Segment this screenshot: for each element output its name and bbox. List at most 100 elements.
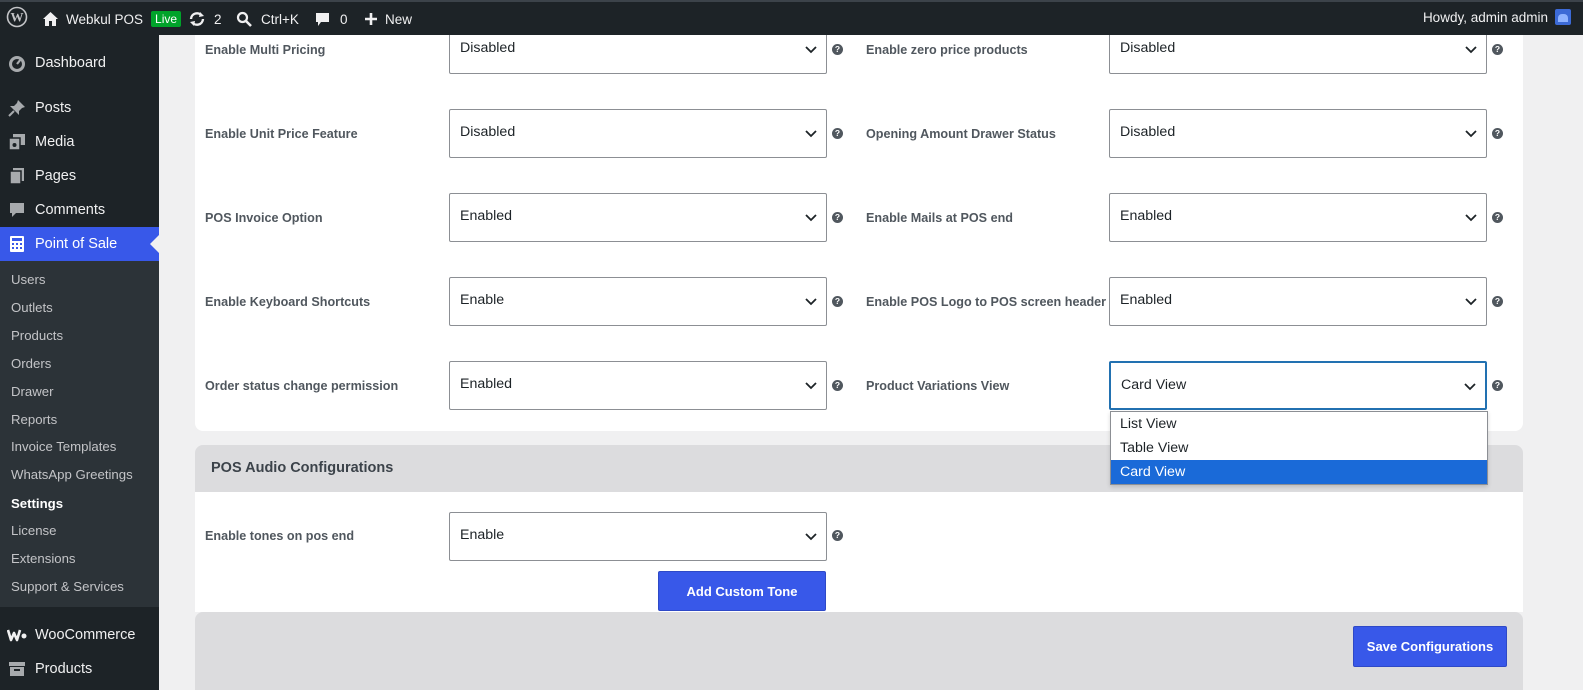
submenu-users[interactable]: Users — [11, 270, 45, 290]
chevron-down-icon — [805, 298, 817, 306]
menu-products[interactable]: Products — [0, 652, 159, 686]
search-icon — [236, 11, 252, 27]
tones-select[interactable]: Enable — [449, 512, 827, 561]
pin-icon — [7, 99, 27, 117]
new-content-link[interactable]: New — [364, 9, 412, 29]
menu-comments[interactable]: Comments — [0, 193, 159, 227]
help-icon[interactable]: ? — [832, 212, 843, 223]
select-value: Disabled — [460, 124, 516, 140]
dropdown-option-list-view[interactable]: List View — [1111, 412, 1487, 436]
menu-woocommerce[interactable]: WooCommerce — [0, 618, 159, 652]
avatar — [1555, 9, 1571, 25]
keyboard-shortcuts-select[interactable]: Enable — [449, 277, 827, 326]
chevron-down-icon — [805, 46, 817, 54]
pos-logo-select[interactable]: Enabled — [1109, 277, 1487, 326]
home-icon — [42, 11, 59, 27]
command-search[interactable]: Ctrl+K — [236, 9, 299, 29]
submenu-license[interactable]: License — [11, 521, 56, 541]
setting-label: POS Invoice Option — [205, 211, 323, 225]
help-icon[interactable]: ? — [832, 530, 843, 541]
setting-label: Enable zero price products — [866, 43, 1028, 57]
archive-icon — [7, 661, 27, 677]
pages-icon — [7, 167, 27, 185]
help-icon[interactable]: ? — [832, 128, 843, 139]
updates-count: 2 — [214, 11, 222, 27]
submenu-reports[interactable]: Reports — [11, 410, 57, 430]
order-status-permission-select[interactable]: Enabled — [449, 361, 827, 410]
submenu-products[interactable]: Products — [11, 326, 63, 346]
mails-select[interactable]: Enabled — [1109, 193, 1487, 242]
menu-point-of-sale[interactable]: Point of Sale — [0, 227, 159, 261]
dropdown-option-table-view[interactable]: Table View — [1111, 436, 1487, 460]
multi-pricing-select[interactable]: Disabled — [449, 35, 827, 74]
site-name-link[interactable]: Webkul POS Live — [42, 9, 182, 29]
chevron-down-icon — [805, 533, 817, 541]
comments-link[interactable]: 0 — [315, 9, 348, 29]
wordpress-logo-icon[interactable]: W — [6, 6, 28, 28]
setting-label: Enable Unit Price Feature — [205, 127, 358, 141]
setting-label: Enable tones on pos end — [205, 529, 355, 543]
submenu-settings[interactable]: Settings — [11, 494, 63, 514]
site-name: Webkul POS — [66, 11, 144, 27]
menu-media[interactable]: Media — [0, 125, 159, 159]
help-icon[interactable]: ? — [832, 44, 843, 55]
setting-label: Enable POS Logo to POS screen header — [866, 295, 1107, 309]
invoice-option-select[interactable]: Enabled — [449, 193, 827, 242]
add-custom-tone-button[interactable]: Add Custom Tone — [658, 571, 826, 611]
save-footer: Save Configurations — [195, 612, 1523, 690]
drawer-status-select[interactable]: Disabled — [1109, 109, 1487, 158]
dropdown-option-card-view[interactable]: Card View — [1111, 460, 1487, 484]
updates-link[interactable]: 2 — [188, 9, 222, 29]
submenu-whatsapp-greetings[interactable]: WhatsApp Greetings — [11, 465, 133, 485]
howdy-text: Howdy, admin admin — [1422, 9, 1548, 25]
help-icon[interactable]: ? — [832, 296, 843, 307]
submenu-support-services[interactable]: Support & Services — [11, 577, 124, 597]
chevron-down-icon — [1464, 383, 1476, 391]
woocommerce-icon — [7, 628, 27, 642]
help-icon[interactable]: ? — [1492, 296, 1503, 307]
admin-sidebar: Dashboard Posts Media Pages Comments Poi… — [0, 35, 159, 690]
select-value: Disabled — [1120, 40, 1176, 56]
select-value: Enabled — [460, 208, 513, 224]
submenu-outlets[interactable]: Outlets — [11, 298, 53, 318]
unit-price-select[interactable]: Disabled — [449, 109, 827, 158]
comment-icon — [315, 12, 330, 27]
plus-icon — [364, 12, 378, 26]
my-account[interactable]: Howdy, admin admin — [1423, 9, 1571, 25]
menu-label: Point of Sale — [35, 236, 118, 252]
setting-label: Order status change permission — [205, 379, 399, 393]
setting-label: Enable Multi Pricing — [205, 43, 326, 57]
help-icon[interactable]: ? — [1492, 44, 1503, 55]
admin-bar-topline — [0, 0, 1583, 2]
menu-label: Posts — [35, 100, 72, 116]
live-badge: Live — [151, 11, 182, 27]
admin-bar: W Webkul POS Live 2 Ctrl+K 0 New Howdy, … — [0, 0, 1583, 35]
updates-icon — [188, 10, 206, 28]
variations-view-dropdown: List View Table View Card View — [1110, 411, 1488, 485]
help-icon[interactable]: ? — [1492, 212, 1503, 223]
save-configurations-button[interactable]: Save Configurations — [1353, 626, 1507, 667]
menu-pages[interactable]: Pages — [0, 159, 159, 193]
submenu-invoice-templates[interactable]: Invoice Templates — [11, 437, 116, 457]
chevron-down-icon — [1465, 298, 1477, 306]
help-icon[interactable]: ? — [1492, 380, 1503, 391]
audio-section-body: Enable tones on pos end Enable ? Add Cus… — [195, 492, 1523, 612]
submenu-drawer[interactable]: Drawer — [11, 382, 54, 402]
main-content: Enable Multi Pricing Disabled ? Enable U… — [159, 35, 1583, 690]
new-label: New — [385, 11, 413, 27]
menu-label: Dashboard — [35, 55, 106, 71]
comments-count: 0 — [340, 11, 348, 27]
menu-label: Comments — [35, 202, 106, 218]
menu-posts[interactable]: Posts — [0, 91, 159, 125]
setting-label: Opening Amount Drawer Status — [866, 127, 1056, 141]
submenu-orders[interactable]: Orders — [11, 354, 51, 374]
setting-label: Enable Keyboard Shortcuts — [205, 295, 371, 309]
menu-dashboard[interactable]: Dashboard — [0, 46, 159, 80]
help-icon[interactable]: ? — [832, 380, 843, 391]
chevron-down-icon — [805, 130, 817, 138]
variations-view-select[interactable]: Card View — [1109, 361, 1487, 410]
zero-price-select[interactable]: Disabled — [1109, 35, 1487, 74]
help-icon[interactable]: ? — [1492, 128, 1503, 139]
submenu-extensions[interactable]: Extensions — [11, 549, 76, 569]
comment-icon — [7, 201, 27, 219]
